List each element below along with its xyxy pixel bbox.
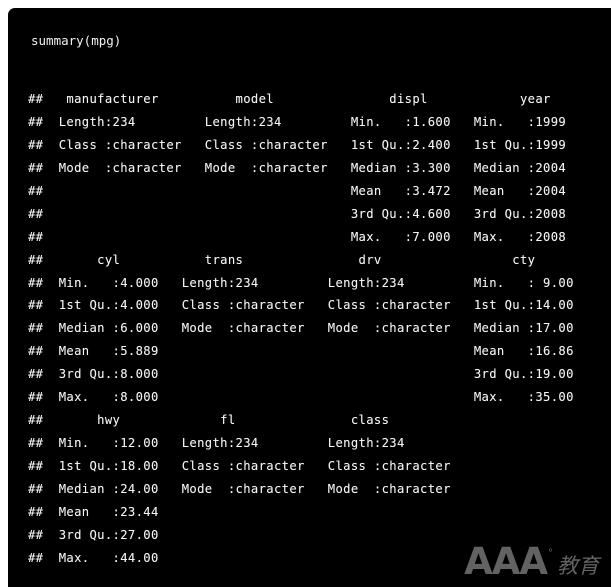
output-line: ## Median :24.00 Mode :character Mode :c… [28, 481, 467, 496]
output-line: ## cyl trans drv cty [28, 252, 582, 267]
watermark-cn-text: 教育 [557, 554, 599, 578]
output-line: ## Median :6.000 Mode :character Mode :c… [28, 321, 582, 336]
output-line: ## Class :character Class :character 1st… [28, 137, 582, 152]
output-line: ## manufacturer model displ year [28, 92, 590, 106]
output-line: ## Min. :12.00 Length:234 Length:234 [28, 436, 467, 451]
output-line: ## Min. :4.000 Length:234 Length:234 Min… [28, 275, 582, 290]
output-line: ## Mean :5.889 Mean :16.86 [28, 344, 582, 359]
output-line: ## hwy fl class [28, 413, 467, 428]
output-line: ## 3rd Qu.:8.000 3rd Qu.:19.00 [28, 367, 582, 382]
output-line: ## Mode :character Mode :character Media… [28, 160, 582, 175]
output-line: ## Max. :8.000 Max. :35.00 [28, 390, 582, 405]
output-line: ## 1st Qu.:4.000 Class :character Class … [28, 298, 582, 313]
output-line: ## Mean :23.44 [28, 504, 467, 519]
console-output-block: ## manufacturer model displ year ## Leng… [28, 88, 608, 570]
output-line: ## Max. :7.000 Max. :2008 [28, 229, 582, 244]
code-input-line[interactable]: summary(mpg) [31, 33, 121, 49]
output-line: ## 3rd Qu.:4.600 3rd Qu.:2008 [28, 206, 582, 221]
console-panel: summary(mpg) ## manufacturer model displ… [8, 8, 611, 587]
screenshot-root: summary(mpg) ## manufacturer model displ… [0, 0, 611, 587]
watermark-logo-text: AAA [464, 540, 548, 583]
output-line: ## Mean :3.472 Mean :2004 [28, 183, 582, 198]
watermark: AAA ° 教育 [464, 540, 599, 583]
output-line: ## 1st Qu.:18.00 Class :character Class … [28, 459, 467, 473]
output-line: ## Length:234 Length:234 Min. :1.600 Min… [28, 114, 582, 129]
watermark-degree-icon: ° [548, 548, 553, 559]
